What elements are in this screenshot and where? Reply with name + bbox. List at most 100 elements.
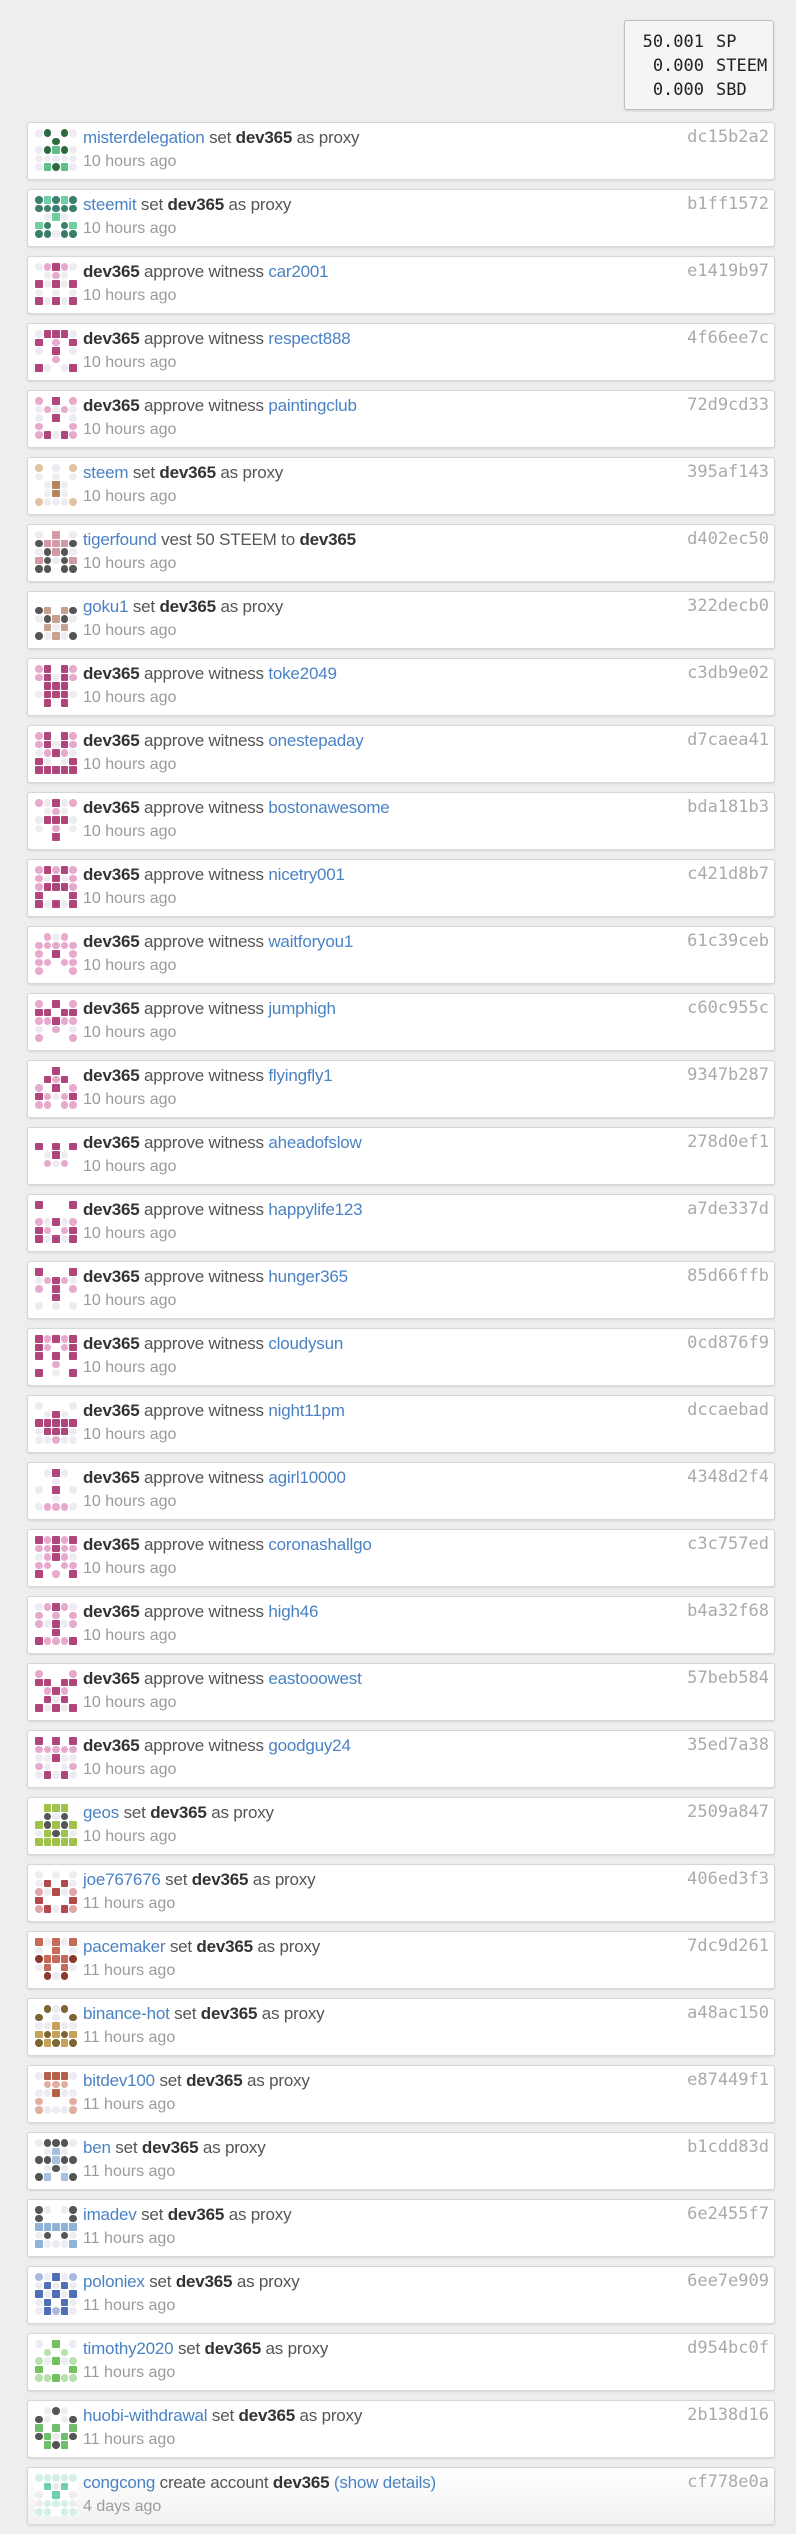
account-link[interactable]: poloniex (83, 2272, 145, 2291)
identicon-avatar-icon[interactable] (35, 1335, 77, 1377)
identicon-avatar-icon[interactable] (35, 129, 77, 171)
transaction-hash[interactable]: 9347b287 (687, 1065, 769, 1085)
account-link[interactable]: happylife123 (268, 1200, 362, 1219)
account-link[interactable]: tigerfound (83, 530, 157, 549)
transaction-hash[interactable]: b1cdd83d (687, 2137, 769, 2157)
account-link[interactable]: paintingclub (268, 396, 357, 415)
identicon-avatar-icon[interactable] (35, 2273, 77, 2315)
account-link[interactable]: nicetry001 (268, 865, 345, 884)
identicon-avatar-icon[interactable] (35, 330, 77, 372)
identicon-avatar-icon[interactable] (35, 1536, 77, 1578)
transaction-hash[interactable]: 72d9cd33 (687, 395, 769, 415)
account-link[interactable]: respect888 (268, 329, 350, 348)
account-link[interactable]: pacemaker (83, 1937, 165, 1956)
transaction-hash[interactable]: 395af143 (687, 462, 769, 482)
transaction-hash[interactable]: a7de337d (687, 1199, 769, 1219)
transaction-hash[interactable]: c421d8b7 (687, 864, 769, 884)
identicon-avatar-icon[interactable] (35, 464, 77, 506)
identicon-avatar-icon[interactable] (35, 2206, 77, 2248)
identicon-avatar-icon[interactable] (35, 1670, 77, 1712)
account-link[interactable]: misterdelegation (83, 128, 205, 147)
account-link[interactable]: joe767676 (83, 1870, 161, 1889)
account-link[interactable]: high46 (268, 1602, 318, 1621)
account-link[interactable]: toke2049 (268, 664, 337, 683)
transaction-hash[interactable]: 322decb0 (687, 596, 769, 616)
identicon-avatar-icon[interactable] (35, 598, 77, 640)
identicon-avatar-icon[interactable] (35, 1469, 77, 1511)
transaction-hash[interactable]: 35ed7a38 (687, 1735, 769, 1755)
identicon-avatar-icon[interactable] (35, 1804, 77, 1846)
identicon-avatar-icon[interactable] (35, 2005, 77, 2047)
account-link[interactable]: aheadofslow (268, 1133, 361, 1152)
identicon-avatar-icon[interactable] (35, 665, 77, 707)
account-link[interactable]: flyingfly1 (268, 1066, 332, 1085)
transaction-hash[interactable]: 57beb584 (687, 1668, 769, 1688)
transaction-hash[interactable]: c3c757ed (687, 1534, 769, 1554)
account-link[interactable]: cloudysun (268, 1334, 343, 1353)
identicon-avatar-icon[interactable] (35, 1268, 77, 1310)
transaction-hash[interactable]: 61c39ceb (687, 931, 769, 951)
transaction-hash[interactable]: e87449f1 (687, 2070, 769, 2090)
identicon-avatar-icon[interactable] (35, 1938, 77, 1980)
account-link[interactable]: timothy2020 (83, 2339, 174, 2358)
identicon-avatar-icon[interactable] (35, 1201, 77, 1243)
identicon-avatar-icon[interactable] (35, 263, 77, 305)
transaction-hash[interactable]: e1419b97 (687, 261, 769, 281)
account-link[interactable]: waitforyou1 (268, 932, 353, 951)
account-link[interactable]: huobi-withdrawal (83, 2406, 208, 2425)
account-link[interactable]: coronashallgo (268, 1535, 371, 1554)
account-link[interactable]: jumphigh (268, 999, 336, 1018)
account-link[interactable]: geos (83, 1803, 119, 1822)
identicon-avatar-icon[interactable] (35, 531, 77, 573)
transaction-hash[interactable]: b4a32f68 (687, 1601, 769, 1621)
identicon-avatar-icon[interactable] (35, 196, 77, 238)
transaction-hash[interactable]: cf778e0a (687, 2472, 769, 2492)
transaction-hash[interactable]: 4f66ee7c (687, 328, 769, 348)
transaction-hash[interactable]: d954bc0f (687, 2338, 769, 2358)
transaction-hash[interactable]: 4348d2f4 (687, 1467, 769, 1487)
identicon-avatar-icon[interactable] (35, 2072, 77, 2114)
account-link[interactable]: bostonawesome (268, 798, 389, 817)
transaction-hash[interactable]: 7dc9d261 (687, 1936, 769, 1956)
transaction-hash[interactable]: dccaebad (687, 1400, 769, 1420)
account-link[interactable]: ben (83, 2138, 111, 2157)
account-link[interactable]: hunger365 (268, 1267, 348, 1286)
identicon-avatar-icon[interactable] (35, 799, 77, 841)
transaction-hash[interactable]: bda181b3 (687, 797, 769, 817)
transaction-hash[interactable]: c60c955c (687, 998, 769, 1018)
identicon-avatar-icon[interactable] (35, 2139, 77, 2181)
account-link[interactable]: (show details) (334, 2473, 436, 2492)
identicon-avatar-icon[interactable] (35, 397, 77, 439)
transaction-hash[interactable]: 85d66ffb (687, 1266, 769, 1286)
transaction-hash[interactable]: b1ff1572 (687, 194, 769, 214)
account-link[interactable]: eastooowest (268, 1669, 361, 1688)
identicon-avatar-icon[interactable] (35, 1000, 77, 1042)
transaction-hash[interactable]: 278d0ef1 (687, 1132, 769, 1152)
transaction-hash[interactable]: 6ee7e909 (687, 2271, 769, 2291)
identicon-avatar-icon[interactable] (35, 1067, 77, 1109)
identicon-avatar-icon[interactable] (35, 1134, 77, 1176)
transaction-hash[interactable]: 0cd876f9 (687, 1333, 769, 1353)
identicon-avatar-icon[interactable] (35, 933, 77, 975)
account-link[interactable]: goku1 (83, 597, 129, 616)
identicon-avatar-icon[interactable] (35, 1737, 77, 1779)
identicon-avatar-icon[interactable] (35, 866, 77, 908)
account-link[interactable]: onestepaday (268, 731, 363, 750)
identicon-avatar-icon[interactable] (35, 1402, 77, 1444)
transaction-hash[interactable]: dc15b2a2 (687, 127, 769, 147)
transaction-hash[interactable]: 2509a847 (687, 1802, 769, 1822)
identicon-avatar-icon[interactable] (35, 2474, 77, 2516)
account-link[interactable]: night11pm (268, 1401, 345, 1420)
account-link[interactable]: car2001 (268, 262, 328, 281)
account-link[interactable]: goodguy24 (268, 1736, 351, 1755)
account-link[interactable]: imadev (83, 2205, 137, 2224)
transaction-hash[interactable]: 406ed3f3 (687, 1869, 769, 1889)
identicon-avatar-icon[interactable] (35, 1871, 77, 1913)
account-link[interactable]: congcong (83, 2473, 155, 2492)
account-link[interactable]: agirl10000 (268, 1468, 346, 1487)
identicon-avatar-icon[interactable] (35, 1603, 77, 1645)
transaction-hash[interactable]: 2b138d16 (687, 2405, 769, 2425)
account-link[interactable]: bitdev100 (83, 2071, 155, 2090)
transaction-hash[interactable]: a48ac150 (687, 2003, 769, 2023)
account-link[interactable]: binance-hot (83, 2004, 170, 2023)
